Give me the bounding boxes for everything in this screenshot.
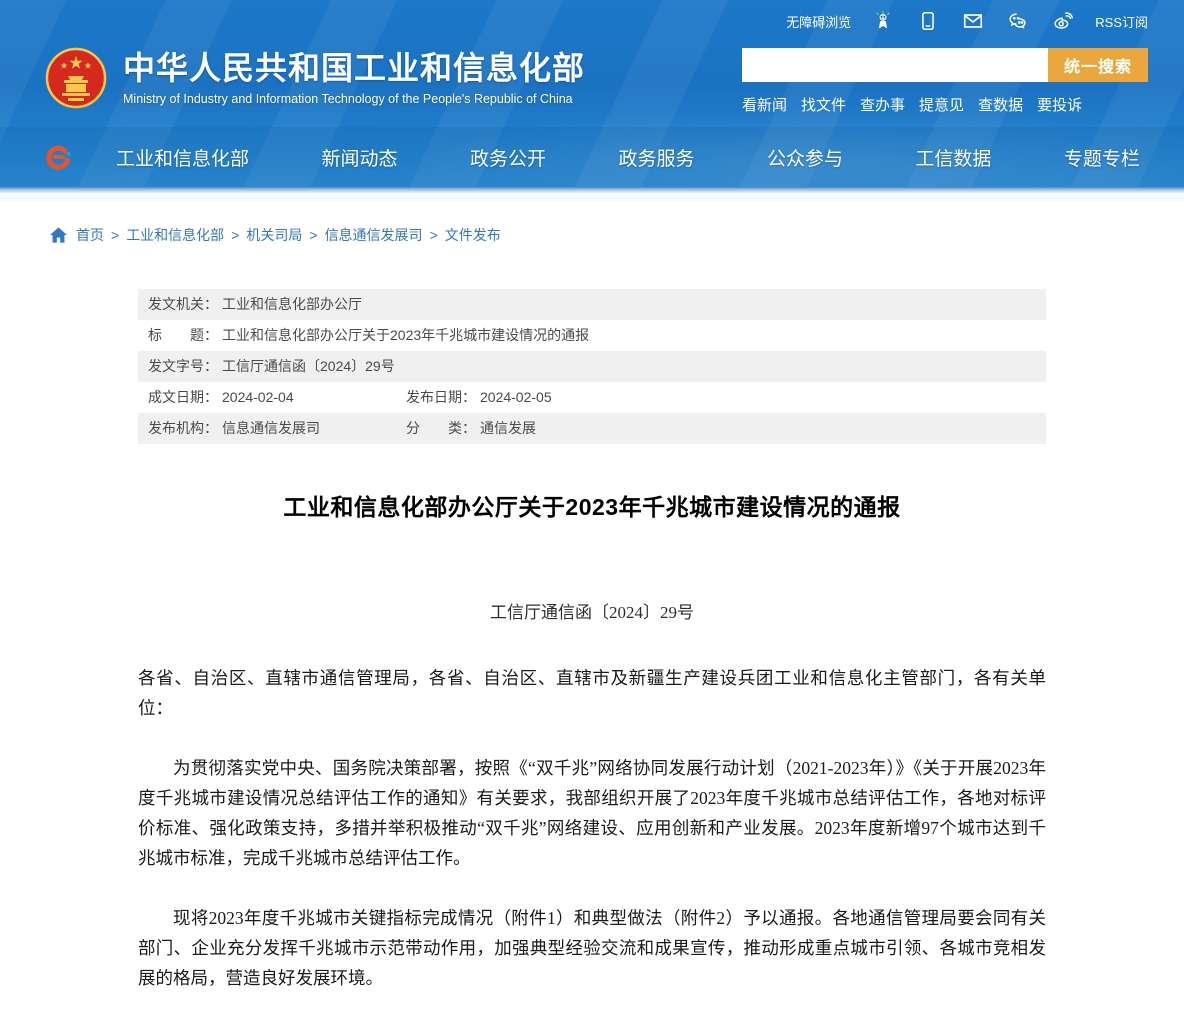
nav-item[interactable]: 专题专栏 <box>1064 144 1140 171</box>
nav-item[interactable]: 新闻动态 <box>321 144 397 171</box>
meta-label: 发布日期： <box>406 382 476 413</box>
national-emblem-icon <box>44 46 108 110</box>
quick-link[interactable]: 看新闻 <box>742 94 787 115</box>
content: 发文机关：工业和信息化部办公厅标 题：工业和信息化部办公厅关于2023年千兆城市… <box>138 289 1046 1013</box>
meta-cell: 发布机构：信息通信发展司 <box>148 413 406 444</box>
meta-label: 发布机构： <box>148 413 218 444</box>
meta-cell: 发布日期：2024-02-05 <box>406 382 552 413</box>
quick-link[interactable]: 查办事 <box>860 94 905 115</box>
meta-label: 发文字号： <box>148 351 218 382</box>
banner-divider <box>0 187 1184 193</box>
article-paragraph: 为贯彻落实党中央、国务院决策部署，按照《“双千兆”网络协同发展行动计划（2021… <box>138 753 1046 873</box>
site-banner: 无障碍浏览 <box>0 0 1184 193</box>
nav-item[interactable]: 工业和信息化部 <box>116 144 249 171</box>
meta-value: 信息通信发展司 <box>222 413 320 444</box>
breadcrumb-item[interactable]: 信息通信发展司 <box>325 227 423 243</box>
breadcrumb-item[interactable]: 首页 <box>76 227 104 243</box>
article-body: 各省、自治区、直辖市通信管理局，各省、自治区、直辖市及新疆生产建设兵团工业和信息… <box>138 663 1046 1013</box>
site-subtitle: Ministry of Industry and Information Tec… <box>123 92 585 106</box>
quick-links: 看新闻找文件查办事提意见查数据要投诉 <box>742 94 1148 115</box>
masthead: 中华人民共和国工业和信息化部 Ministry of Industry and … <box>0 42 1184 127</box>
meta-cell: 分 类：通信发展 <box>406 413 536 444</box>
breadcrumb-separator: > <box>231 227 239 243</box>
site-brand: 中华人民共和国工业和信息化部 Ministry of Industry and … <box>44 46 585 110</box>
breadcrumb-separator: > <box>430 227 438 243</box>
home-icon[interactable] <box>50 227 67 243</box>
mascot-icon[interactable] <box>870 8 896 34</box>
article-title: 工业和信息化部办公厅关于2023年千兆城市建设情况的通报 <box>138 488 1046 522</box>
nav-item[interactable]: 政务公开 <box>470 144 546 171</box>
main-nav: 工业和信息化部 新闻动态 政务公开 政务服务 公众参与 工信数据 专题专栏 <box>0 127 1184 187</box>
meta-row: 成文日期：2024-02-04发布日期：2024-02-05 <box>138 382 1046 413</box>
meta-label: 成文日期： <box>148 382 218 413</box>
rss-link[interactable]: RSS订阅 <box>1095 12 1148 31</box>
site-title: 中华人民共和国工业和信息化部 <box>123 50 585 87</box>
breadcrumb: 首页 > 工业和信息化部 > 机关司局 > 信息通信发展司 > 文件发布 <box>0 201 1184 245</box>
nav-item[interactable]: 公众参与 <box>767 144 843 171</box>
banner-divider-light <box>0 193 1184 201</box>
document-meta-table: 发文机关：工业和信息化部办公厅标 题：工业和信息化部办公厅关于2023年千兆城市… <box>138 289 1046 444</box>
miit-spiral-logo-icon <box>44 142 74 172</box>
meta-cell: 标 题：工业和信息化部办公厅关于2023年千兆城市建设情况的通报 <box>148 320 589 351</box>
accessibility-link[interactable]: 无障碍浏览 <box>786 12 851 31</box>
meta-value: 2024-02-04 <box>222 382 294 413</box>
meta-label: 分 类： <box>406 413 476 444</box>
mail-icon[interactable] <box>960 8 986 34</box>
nav-item[interactable]: 政务服务 <box>618 144 694 171</box>
meta-value: 2024-02-05 <box>480 382 552 413</box>
nav-items: 工业和信息化部 新闻动态 政务公开 政务服务 公众参与 工信数据 专题专栏 <box>116 144 1140 171</box>
meta-label: 发文机关： <box>148 289 218 320</box>
search-button[interactable]: 统一搜索 <box>1048 48 1148 82</box>
meta-value: 工业和信息化部办公厅关于2023年千兆城市建设情况的通报 <box>222 320 589 351</box>
meta-cell: 发文字号：工信厅通信函〔2024〕29号 <box>148 351 395 382</box>
breadcrumb-separator: > <box>309 227 317 243</box>
search-area: 统一搜索 看新闻找文件查办事提意见查数据要投诉 <box>742 48 1148 115</box>
breadcrumb-item[interactable]: 文件发布 <box>445 227 501 243</box>
quick-link[interactable]: 提意见 <box>919 94 964 115</box>
brand-titles: 中华人民共和国工业和信息化部 Ministry of Industry and … <box>123 50 585 106</box>
meta-row: 发文机关：工业和信息化部办公厅 <box>138 289 1046 320</box>
meta-cell: 成文日期：2024-02-04 <box>148 382 406 413</box>
nav-item[interactable]: 工信数据 <box>915 144 991 171</box>
breadcrumb-separator: > <box>111 227 119 243</box>
article-paragraph: 现将2023年度千兆城市关键指标完成情况（附件1）和典型做法（附件2）予以通报。… <box>138 903 1046 993</box>
meta-row: 发文字号：工信厅通信函〔2024〕29号 <box>138 351 1046 382</box>
meta-label: 标 题： <box>148 320 218 351</box>
meta-row: 标 题：工业和信息化部办公厅关于2023年千兆城市建设情况的通报 <box>138 320 1046 351</box>
breadcrumb-items: 首页 > 工业和信息化部 > 机关司局 > 信息通信发展司 > 文件发布 <box>76 225 501 245</box>
meta-cell: 发文机关：工业和信息化部办公厅 <box>148 289 362 320</box>
breadcrumb-item[interactable]: 机关司局 <box>246 227 302 243</box>
search-input[interactable] <box>742 48 1048 82</box>
document-number: 工信厅通信函〔2024〕29号 <box>138 598 1046 623</box>
quick-link[interactable]: 查数据 <box>978 94 1023 115</box>
meta-value: 工信厅通信函〔2024〕29号 <box>222 351 395 382</box>
article-salutation: 各省、自治区、直辖市通信管理局，各省、自治区、直辖市及新疆生产建设兵团工业和信息… <box>138 663 1046 723</box>
meta-value: 工业和信息化部办公厅 <box>222 289 362 320</box>
topbar: 无障碍浏览 <box>0 0 1184 42</box>
quick-link[interactable]: 要投诉 <box>1037 94 1082 115</box>
meta-value: 通信发展 <box>480 413 536 444</box>
mobile-icon[interactable] <box>915 8 941 34</box>
wechat-icon[interactable] <box>1005 8 1031 34</box>
weibo-icon[interactable] <box>1050 8 1076 34</box>
breadcrumb-item[interactable]: 工业和信息化部 <box>126 227 224 243</box>
meta-row: 发布机构：信息通信发展司分 类：通信发展 <box>138 413 1046 444</box>
quick-link[interactable]: 找文件 <box>801 94 846 115</box>
